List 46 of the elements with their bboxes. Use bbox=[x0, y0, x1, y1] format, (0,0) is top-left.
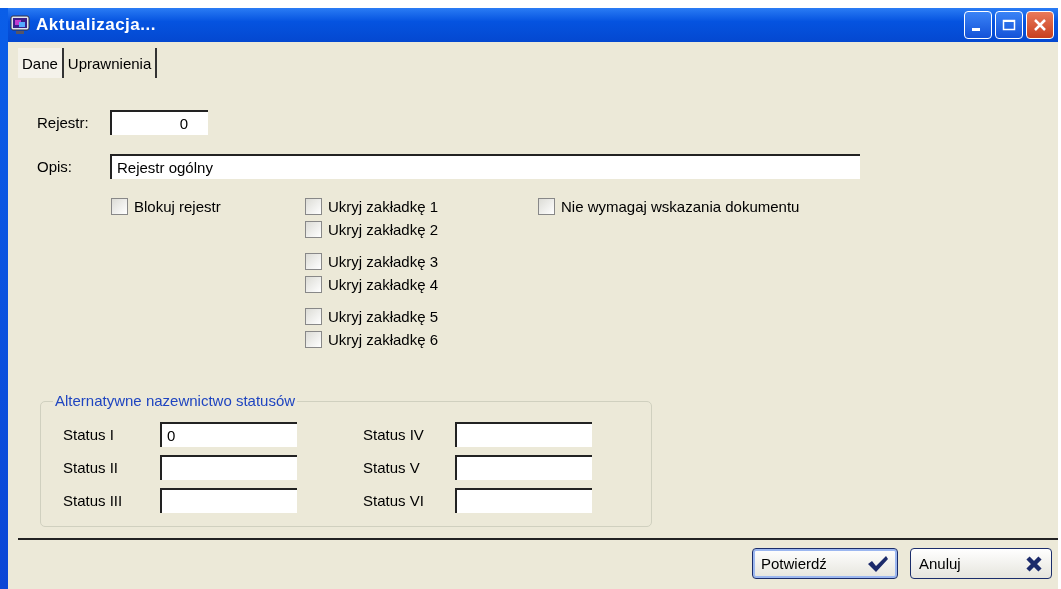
group-title: Alternatywne nazewnictwo statusów bbox=[53, 392, 298, 409]
status-label: Status V bbox=[363, 459, 421, 476]
checkbox[interactable] bbox=[305, 276, 322, 293]
status-field[interactable]: 0 bbox=[160, 422, 297, 447]
status-field[interactable] bbox=[455, 455, 592, 480]
checkbox[interactable] bbox=[305, 308, 322, 325]
checkbox-label: Blokuj rejestr bbox=[134, 198, 221, 215]
checkbox[interactable] bbox=[305, 253, 322, 270]
minimize-button[interactable] bbox=[964, 11, 992, 39]
checkmark-icon bbox=[867, 554, 889, 573]
checkbox[interactable] bbox=[305, 221, 322, 238]
checkbox[interactable] bbox=[305, 198, 322, 215]
checkbox-label: Ukryj zakładkę 3 bbox=[328, 253, 439, 270]
checkbox-label: Ukryj zakładkę 6 bbox=[328, 331, 439, 348]
checkbox[interactable] bbox=[538, 198, 555, 215]
close-icon bbox=[1025, 554, 1043, 573]
status-label: Status IV bbox=[363, 426, 425, 443]
maximize-icon bbox=[1002, 18, 1016, 32]
minimize-icon bbox=[972, 27, 980, 31]
checkbox[interactable] bbox=[305, 331, 322, 348]
checkbox[interactable] bbox=[111, 198, 128, 215]
close-icon bbox=[1033, 18, 1047, 32]
checkbox-label: Ukryj zakładkę 4 bbox=[328, 276, 439, 293]
window-title: Aktualizacja... bbox=[36, 15, 157, 35]
description-field[interactable]: Rejestr ogólny bbox=[110, 154, 860, 179]
close-button[interactable] bbox=[1026, 11, 1054, 39]
field-label: Rejestr: bbox=[37, 114, 90, 131]
tab[interactable]: Dane bbox=[18, 48, 64, 78]
status-field[interactable] bbox=[455, 422, 592, 447]
field-label: Opis: bbox=[37, 158, 73, 175]
maximize-button[interactable] bbox=[995, 11, 1023, 39]
monitor-icon bbox=[10, 15, 30, 35]
status-label: Status VI bbox=[363, 492, 425, 509]
cancel-button[interactable]: Anuluj bbox=[910, 548, 1052, 579]
status-label: Status II bbox=[63, 459, 120, 476]
status-label: Status III bbox=[63, 492, 124, 509]
checkbox-label: Nie wymagaj wskazania dokumentu bbox=[561, 198, 800, 215]
checkbox-label: Ukryj zakładkę 5 bbox=[328, 308, 439, 325]
confirm-button[interactable]: Potwierdź bbox=[752, 548, 898, 579]
register-field[interactable]: 0 bbox=[110, 110, 208, 135]
status-label: Status I bbox=[63, 426, 115, 443]
checkbox-label: Ukryj zakładkę 1 bbox=[328, 198, 439, 215]
status-field[interactable] bbox=[160, 455, 297, 480]
status-field[interactable] bbox=[455, 488, 592, 513]
status-field[interactable] bbox=[160, 488, 297, 513]
checkbox-label: Ukryj zakładkę 2 bbox=[328, 221, 439, 238]
